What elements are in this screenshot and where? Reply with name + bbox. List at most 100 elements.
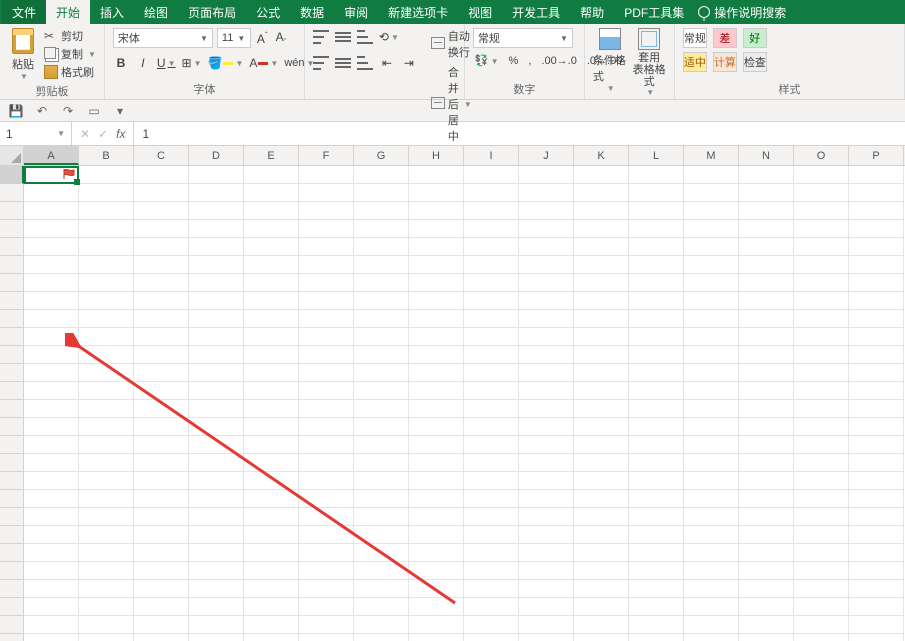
cell[interactable] [519,220,574,238]
cell[interactable] [794,184,849,202]
save-button[interactable]: 💾 [8,103,24,119]
cell[interactable] [189,580,244,598]
cell[interactable] [79,454,134,472]
cell[interactable] [134,508,189,526]
cell[interactable] [354,400,409,418]
cell[interactable] [244,346,299,364]
cell[interactable] [134,436,189,454]
cell[interactable] [849,508,904,526]
cell[interactable] [409,562,464,580]
cell[interactable] [189,346,244,364]
column-header-J[interactable]: J [519,146,574,165]
cell[interactable] [24,436,79,454]
row-header-3[interactable] [0,202,24,220]
cell[interactable] [134,274,189,292]
increase-decimal-button[interactable]: .00→.0 [539,55,578,67]
cell[interactable] [794,616,849,634]
cell[interactable] [189,238,244,256]
cell[interactable] [134,184,189,202]
cell[interactable] [299,400,354,418]
cell[interactable] [299,274,354,292]
cell[interactable] [189,562,244,580]
cell[interactable] [24,472,79,490]
cell[interactable] [464,490,519,508]
number-format-combo[interactable]: 常规▼ [473,28,573,48]
cell[interactable] [189,184,244,202]
cell[interactable] [464,472,519,490]
cell[interactable] [354,166,409,184]
cell[interactable] [739,562,794,580]
cell[interactable] [794,418,849,436]
cell[interactable] [24,616,79,634]
cell[interactable] [79,310,134,328]
cell[interactable] [739,184,794,202]
cell[interactable] [464,238,519,256]
cell[interactable] [409,634,464,641]
cell[interactable] [299,328,354,346]
name-box[interactable]: 1 ▼ [0,122,72,145]
cell[interactable] [134,292,189,310]
undo-button[interactable]: ↶ [34,103,50,119]
cell[interactable] [244,436,299,454]
row-header-25[interactable] [0,598,24,616]
row-header-15[interactable] [0,418,24,436]
qat-customize-button[interactable]: ▾ [112,103,128,119]
cell[interactable] [299,292,354,310]
qat-custom-button[interactable]: ▭ [86,103,102,119]
cell[interactable] [79,202,134,220]
tab-new-custom[interactable]: 新建选项卡 [378,0,458,24]
cell[interactable] [739,526,794,544]
cell[interactable] [849,634,904,641]
cell[interactable] [519,202,574,220]
row-header-8[interactable] [0,292,24,310]
cell[interactable] [464,598,519,616]
cell[interactable] [794,634,849,641]
cell[interactable] [794,202,849,220]
cell[interactable] [79,184,134,202]
cell[interactable] [684,562,739,580]
cell[interactable] [409,508,464,526]
cell[interactable] [629,580,684,598]
cell[interactable] [24,274,79,292]
cell[interactable] [519,184,574,202]
font-color-button[interactable]: A▼ [249,54,278,72]
cell[interactable] [574,418,629,436]
cell[interactable] [464,400,519,418]
cell[interactable] [574,562,629,580]
cell[interactable] [189,364,244,382]
cell[interactable] [629,634,684,641]
cell[interactable] [24,220,79,238]
cell[interactable] [244,616,299,634]
cell[interactable] [134,472,189,490]
row-header-24[interactable] [0,580,24,598]
cell[interactable] [134,634,189,641]
row-header-5[interactable] [0,238,24,256]
cell[interactable] [189,292,244,310]
italic-button[interactable]: I [135,54,151,72]
column-header-E[interactable]: E [244,146,299,165]
cell[interactable] [354,634,409,641]
cell[interactable] [464,580,519,598]
cell[interactable] [134,328,189,346]
cell[interactable] [189,436,244,454]
cancel-button[interactable]: ✕ [80,127,90,141]
cell[interactable] [739,256,794,274]
cell[interactable] [739,454,794,472]
decrease-font-button[interactable]: Aˇ [274,30,289,46]
cell[interactable] [134,400,189,418]
cell[interactable] [299,544,354,562]
cell[interactable] [299,220,354,238]
cell[interactable] [684,292,739,310]
cell[interactable] [519,544,574,562]
cell[interactable] [189,256,244,274]
cell[interactable] [134,616,189,634]
cell[interactable] [574,220,629,238]
cell[interactable] [354,274,409,292]
cell[interactable] [739,274,794,292]
cell[interactable] [464,202,519,220]
cell[interactable] [739,382,794,400]
cell[interactable] [244,166,299,184]
cell[interactable] [244,580,299,598]
cell[interactable] [684,508,739,526]
cell[interactable] [629,400,684,418]
